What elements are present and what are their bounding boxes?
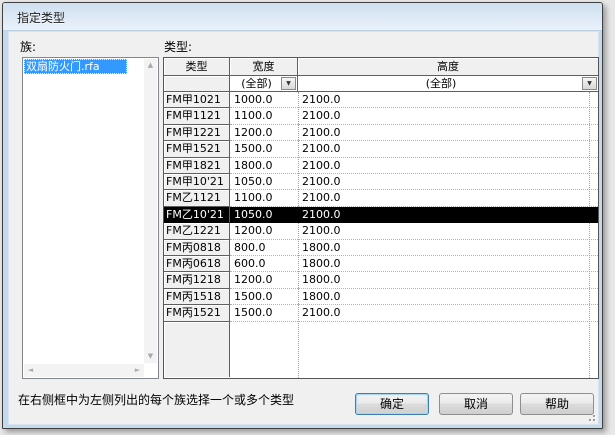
height-cell: 1800.0 [298,256,598,273]
height-cell: 2100.0 [298,141,598,158]
hint-text: 在右侧框中为左侧列出的每个族选择一个或多个类型 [18,393,295,407]
empty-row-header [164,321,230,377]
table-row[interactable]: FM甲1121 1100.0 2100.0 [164,108,598,125]
family-vertical-scrollbar[interactable]: ▲ ▼ [144,59,157,363]
width-cell: 1500.0 [230,288,298,306]
scroll-down-icon[interactable]: ▼ [144,350,157,363]
family-label: 族: [20,40,37,54]
width-cell: 1000.0 [230,92,298,109]
table-row[interactable]: FM丙1521 1500.0 2100.0 [164,305,598,322]
table-row[interactable]: FM乙10'21 1050.0 2100.0 [164,206,598,224]
table-row[interactable]: FM丙0618 600.0 1800.0 [164,256,598,273]
type-cell: FM甲1021 [164,92,230,109]
scroll-left-icon[interactable]: ◄ [24,364,37,377]
type-cell: FM丙1218 [164,272,230,289]
height-cell: 2100.0 [298,124,598,142]
height-cell: 2100.0 [298,92,598,109]
height-cell: 2100.0 [298,157,598,174]
height-cell: 1800.0 [298,272,598,289]
table-row[interactable]: FM甲10'21 1050.0 2100.0 [164,174,598,191]
column-divider [589,92,590,378]
width-cell: 1050.0 [230,174,298,191]
width-cell: 600.0 [230,256,298,273]
type-cell: FM丙0818 [164,239,230,256]
dialog-content: 族: 类型: 双扇防火门.rfa ▲ ▼ ◄ ► 类型 宽度 高度 (全部) ▼ [8,31,599,425]
table-row[interactable]: FM乙1221 1200.0 2100.0 [164,223,598,240]
type-grid: 类型 宽度 高度 (全部) ▼ (全部) ▼ FM甲1021 1000.0 2100… [163,57,599,379]
resize-grip-icon[interactable] [584,410,595,421]
type-cell: FM丙0618 [164,256,230,273]
type-cell: FM乙10'21 [164,206,230,224]
width-cell: 1100.0 [230,190,298,207]
dialog-window: 指定类型 族: 类型: 双扇防火门.rfa ▲ ▼ ◄ ► 类型 宽度 高度 (… [2,2,603,429]
width-cell: 1800.0 [230,157,298,174]
width-cell: 1100.0 [230,108,298,125]
scroll-up-icon[interactable]: ▲ [144,59,157,72]
table-row[interactable]: FM丙0818 800.0 1800.0 [164,239,598,256]
type-cell: FM甲1121 [164,108,230,125]
width-cell: 800.0 [230,239,298,256]
table-row[interactable]: FM丙1518 1500.0 1800.0 [164,288,598,306]
height-cell: 2100.0 [298,223,598,240]
width-cell: 1200.0 [230,272,298,289]
height-cell: 1800.0 [298,239,598,256]
type-cell: FM甲1521 [164,141,230,158]
type-cell: FM甲1221 [164,124,230,142]
column-divider [298,92,299,378]
table-row[interactable]: FM乙1121 1100.0 2100.0 [164,190,598,207]
height-cell: 2100.0 [298,174,598,191]
dialog-title: 指定类型 [17,11,66,25]
ok-button[interactable]: 确定 [355,393,429,415]
height-cell: 2100.0 [298,190,598,207]
type-cell: FM甲1821 [164,157,230,174]
type-cell: FM乙1221 [164,223,230,240]
width-cell: 1500.0 [230,305,298,322]
type-cell: FM乙1121 [164,190,230,207]
width-cell: 1500.0 [230,141,298,158]
table-row[interactable]: FM甲1021 1000.0 2100.0 [164,92,598,109]
height-cell: 2100.0 [298,305,598,322]
height-cell: 1800.0 [298,288,598,306]
table-row[interactable]: FM甲1821 1800.0 2100.0 [164,157,598,174]
width-cell: 1200.0 [230,124,298,142]
scroll-right-icon[interactable]: ► [131,364,144,377]
type-cell: FM丙1521 [164,305,230,322]
help-button[interactable]: 帮助 [520,393,594,415]
height-cell: 2100.0 [298,206,598,224]
type-label: 类型: [164,40,193,54]
title-bar[interactable]: 指定类型 [3,3,602,31]
type-cell: FM丙1518 [164,288,230,306]
screen: { "window": { "title": "指定类型" }, "panel"… [0,0,615,435]
table-row[interactable]: FM甲1521 1500.0 2100.0 [164,141,598,158]
table-row[interactable]: FM甲1221 1200.0 2100.0 [164,124,598,142]
width-cell: 1050.0 [230,206,298,224]
type-cell: FM甲10'21 [164,174,230,191]
width-cell: 1200.0 [230,223,298,240]
family-item[interactable]: 双扇防火门.rfa [24,59,127,74]
table-row[interactable]: FM丙1218 1200.0 1800.0 [164,272,598,289]
family-listbox[interactable]: 双扇防火门.rfa ▲ ▼ ◄ ► [22,57,159,379]
cancel-button[interactable]: 取消 [439,393,513,415]
family-horizontal-scrollbar[interactable]: ◄ ► [24,364,144,377]
height-cell: 2100.0 [298,108,598,125]
